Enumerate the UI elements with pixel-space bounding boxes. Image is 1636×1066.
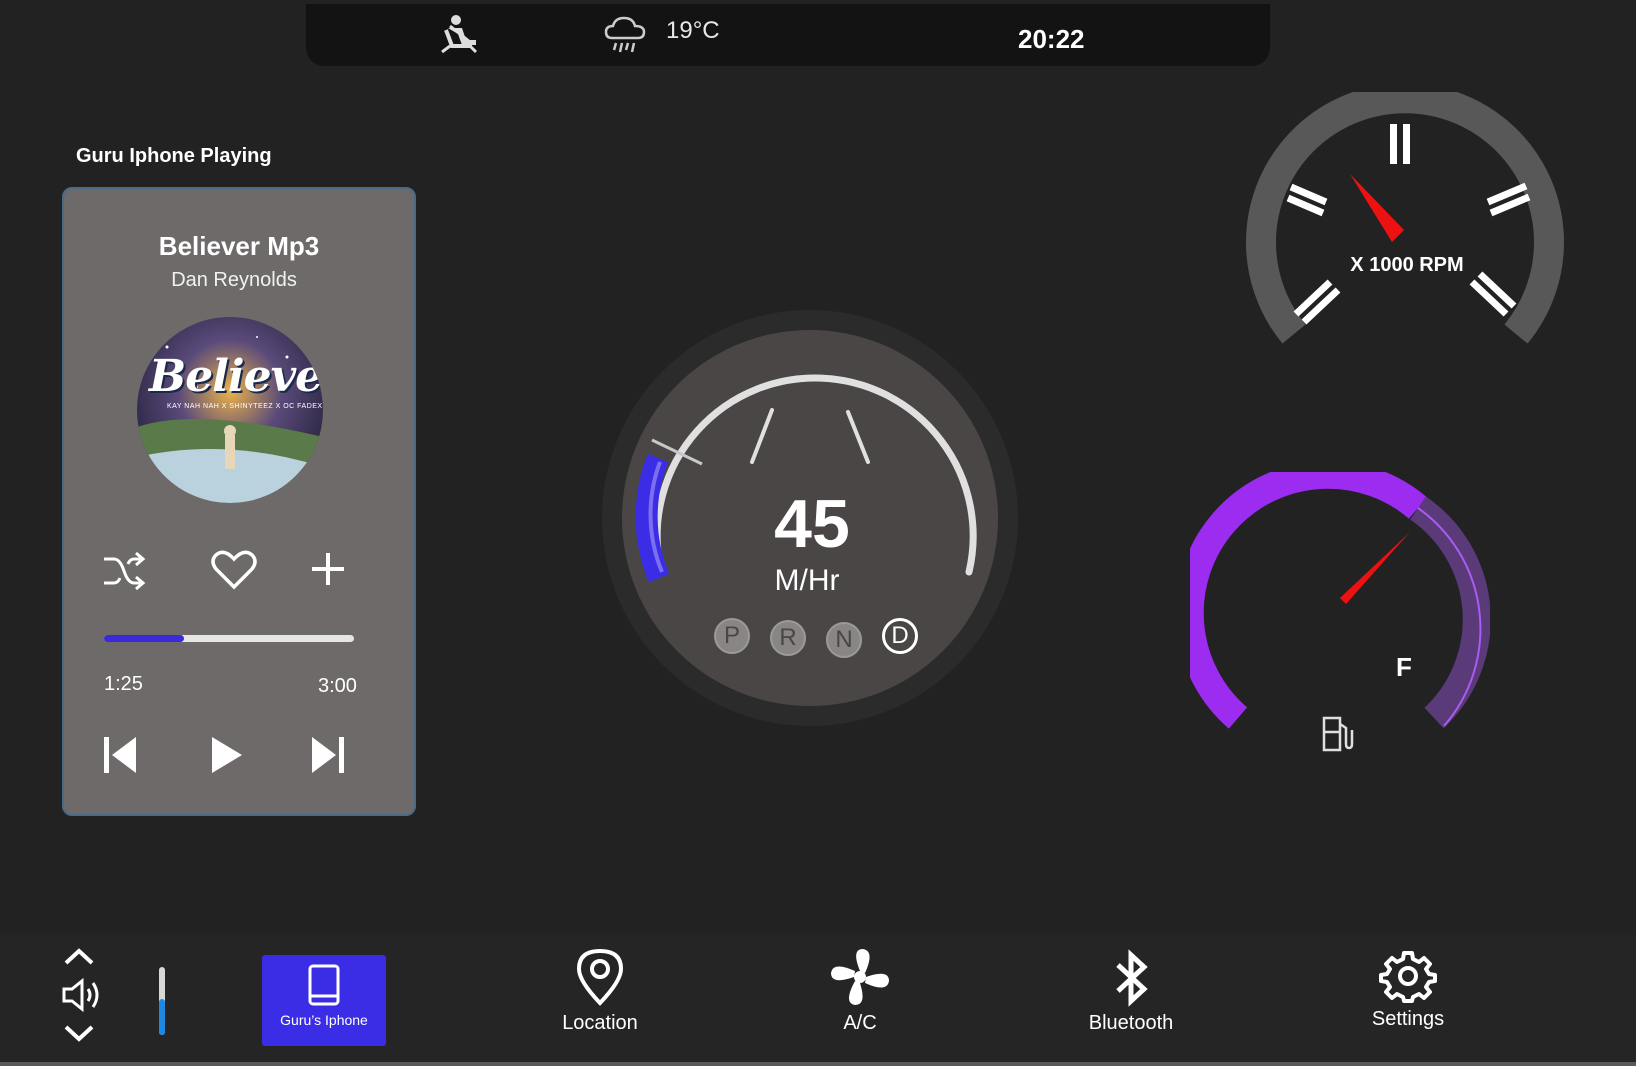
- gear-park: P: [714, 618, 750, 654]
- device-label: Guru’s Iphone: [280, 1012, 368, 1028]
- progress-fill: [104, 635, 184, 642]
- tachometer: X 1000 RPM: [1246, 92, 1568, 362]
- gear-icon: [1379, 951, 1437, 1003]
- temperature: 19°C: [666, 17, 720, 44]
- fuel-gauge: F: [1190, 472, 1490, 762]
- media-source-heading: Guru Iphone Playing: [76, 145, 272, 167]
- location-button[interactable]: Location: [540, 947, 660, 1035]
- volume-up-icon[interactable]: [60, 947, 98, 967]
- clock: 20:22: [1018, 24, 1085, 54]
- bluetooth-icon: [1116, 949, 1148, 1007]
- ac-button[interactable]: A/C: [800, 947, 920, 1035]
- play-icon[interactable]: [208, 735, 244, 775]
- connected-device-button[interactable]: Guru’s Iphone: [262, 955, 386, 1046]
- settings-label: Settings: [1371, 1008, 1445, 1030]
- bluetooth-label: Bluetooth: [1088, 1012, 1174, 1034]
- heart-icon[interactable]: [210, 549, 258, 591]
- artist-name: Dan Reynolds: [171, 269, 297, 291]
- previous-track-icon[interactable]: [102, 735, 138, 775]
- speed-value: 45: [774, 486, 850, 562]
- location-label: Location: [562, 1012, 638, 1034]
- volume-down-icon[interactable]: [60, 1023, 98, 1043]
- settings-button[interactable]: Settings: [1348, 949, 1468, 1031]
- bluetooth-button[interactable]: Bluetooth: [1066, 949, 1196, 1035]
- ac-label: A/C: [843, 1012, 877, 1034]
- speaker-icon: [62, 977, 99, 1013]
- album-art: Believer KAY NAH NAH X SHINYTEEZ X OC FA…: [137, 317, 323, 503]
- progress-bar[interactable]: [104, 635, 354, 642]
- status-bar: 19°C 20:22: [306, 4, 1270, 66]
- next-track-icon[interactable]: [310, 735, 346, 775]
- seatbelt-warning-icon: [441, 15, 478, 54]
- total-time: 3:00: [318, 675, 357, 697]
- volume-slider[interactable]: [157, 965, 167, 1037]
- phone-icon: [308, 964, 340, 1006]
- rpm-label: X 1000 RPM: [1350, 254, 1464, 276]
- fuel-full-label: F: [1396, 652, 1412, 682]
- media-player-card: Believer Mp3 Dan Reynolds Believer KAY N…: [62, 187, 416, 816]
- speed-unit: M/Hr: [774, 564, 840, 597]
- fan-icon: [831, 949, 889, 1005]
- elapsed-time: 1:25: [104, 673, 143, 695]
- add-to-playlist-icon[interactable]: [310, 551, 346, 587]
- location-pin-icon: [576, 948, 624, 1006]
- bottom-navigation-bar: Guru’s Iphone Location A/C Bluetooth Set…: [0, 935, 1636, 1066]
- shuffle-icon[interactable]: [102, 551, 146, 591]
- gear-neutral: N: [826, 622, 862, 658]
- song-title: Believer Mp3: [158, 231, 320, 261]
- speedometer: 45 M/Hr P R N D: [602, 310, 1022, 730]
- album-art-title: Believer: [149, 351, 323, 402]
- gear-drive: D: [882, 618, 918, 654]
- gear-reverse: R: [770, 620, 806, 656]
- fuel-pump-icon: [1322, 716, 1354, 752]
- rain-cloud-icon: [604, 16, 646, 53]
- album-art-credits: KAY NAH NAH X SHINYTEEZ X OC FADEX: [167, 403, 323, 410]
